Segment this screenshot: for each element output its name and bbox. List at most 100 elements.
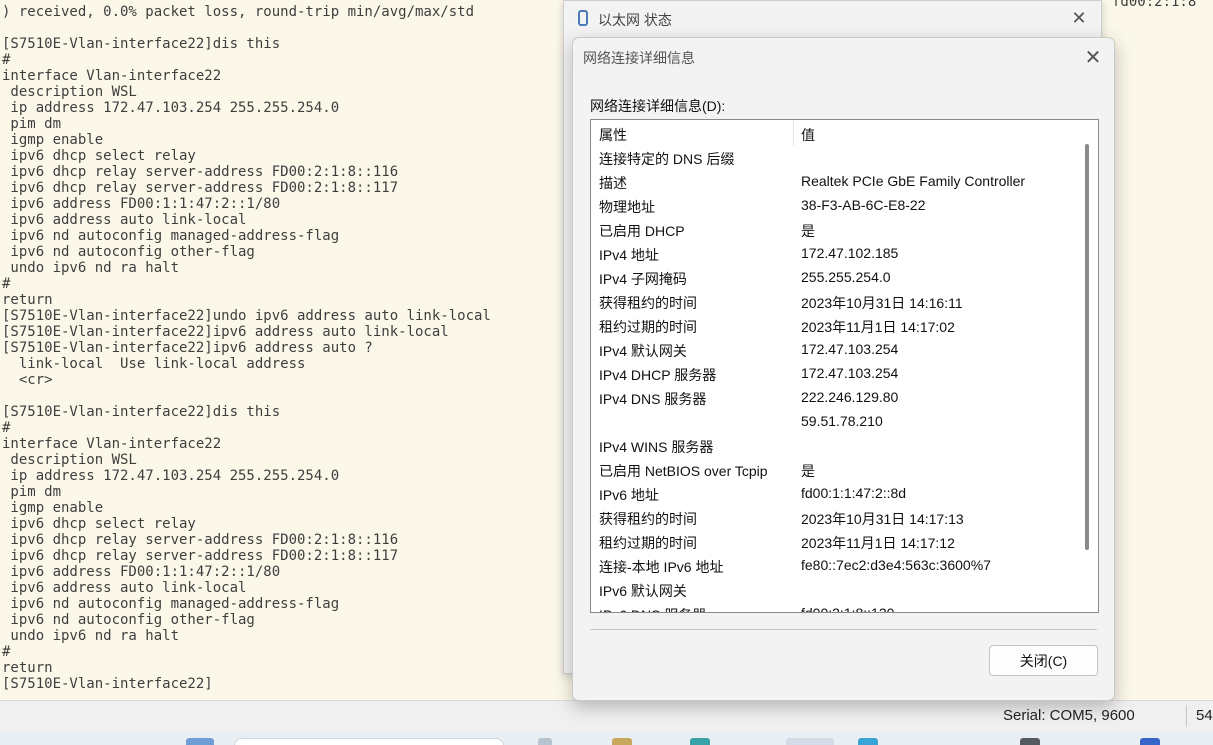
value-cell: 222.246.129.80 bbox=[801, 389, 899, 405]
terminal-line: # bbox=[2, 420, 11, 436]
value-cell: 38-F3-AB-6C-E8-22 bbox=[801, 197, 926, 213]
taskbar-app-icon[interactable] bbox=[612, 738, 632, 745]
list-item[interactable]: 获得租约的时间 2023年10月31日 14:17:13 bbox=[591, 507, 1077, 531]
value-cell: 2023年10月31日 14:16:11 bbox=[801, 295, 963, 311]
list-item[interactable]: 连接-本地 IPv6 地址 fe80::7ec2:d3e4:563c:3600%7 bbox=[591, 555, 1077, 579]
taskbar bbox=[0, 731, 1213, 745]
property-cell: IPv4 地址 bbox=[599, 247, 659, 263]
taskbar-app-icon[interactable] bbox=[1020, 738, 1040, 745]
property-cell: 描述 bbox=[599, 175, 627, 191]
list-item[interactable]: IPv6 地址 fd00:1:1:47:2::8d bbox=[591, 483, 1077, 507]
list-item[interactable]: 租约过期的时间 2023年11月1日 14:17:12 bbox=[591, 531, 1077, 555]
taskbar-app-icon[interactable] bbox=[858, 738, 878, 745]
list-item[interactable]: IPv4 DHCP 服务器 172.47.103.254 bbox=[591, 363, 1077, 387]
value-cell: 2023年11月1日 14:17:12 bbox=[801, 535, 955, 551]
property-cell: IPv4 默认网关 bbox=[599, 343, 687, 359]
property-cell: 物理地址 bbox=[599, 199, 655, 215]
list-item[interactable]: IPv4 子网掩码 255.255.254.0 bbox=[591, 267, 1077, 291]
list-item[interactable]: IPv6 默认网关 bbox=[591, 579, 1077, 603]
search-box[interactable] bbox=[234, 738, 504, 745]
taskbar-app-icon[interactable] bbox=[690, 738, 710, 745]
value-cell: 172.47.103.254 bbox=[801, 341, 899, 357]
list-header: 属性 值 bbox=[591, 120, 1077, 146]
dialog-title: 网络连接详细信息 bbox=[583, 50, 695, 66]
property-cell: 已启用 DHCP bbox=[599, 223, 685, 239]
window-title: 以太网 状态 bbox=[598, 12, 672, 28]
terminal-line: # bbox=[2, 52, 11, 68]
terminal-line: interface Vlan-interface22 bbox=[2, 436, 222, 452]
value-cell: fe80::7ec2:d3e4:563c:3600%7 bbox=[801, 557, 991, 573]
terminal-line: ipv6 address FD00:1:1:47:2::1/80 bbox=[2, 564, 281, 580]
list-item[interactable]: IPv6 DNS 服务器 fd00:2:1:8::120 bbox=[591, 603, 1077, 612]
value-cell: 2023年11月1日 14:17:02 bbox=[801, 319, 955, 335]
serial-status: Serial: COM5, 9600 bbox=[1003, 707, 1135, 724]
terminal-line: ipv6 address auto link-local bbox=[2, 212, 247, 228]
property-cell: IPv4 DHCP 服务器 bbox=[599, 367, 717, 383]
close-icon[interactable]: ✕ bbox=[1078, 44, 1108, 70]
terminal-right-fragment: fd00:2:1:8 bbox=[1112, 0, 1197, 10]
terminal-line: return bbox=[2, 292, 53, 308]
value-cell: 59.51.78.210 bbox=[801, 413, 883, 429]
terminal-line: igmp enable bbox=[2, 500, 104, 516]
column-header-property[interactable]: 属性 bbox=[599, 125, 627, 145]
column-header-value[interactable]: 值 bbox=[801, 125, 815, 145]
terminal-line: ipv6 address auto link-local bbox=[2, 580, 247, 596]
terminal-line: ipv6 dhcp select relay bbox=[2, 516, 196, 532]
terminal-line: pim dm bbox=[2, 484, 62, 500]
terminal-line: return bbox=[2, 660, 53, 676]
network-adapter-icon bbox=[578, 10, 588, 26]
details-list[interactable]: 属性 值 连接特定的 DNS 后缀 描述 Realtek PCIe GbE Fami… bbox=[590, 119, 1099, 613]
vertical-scrollbar[interactable] bbox=[1077, 120, 1097, 612]
list-item[interactable]: 物理地址 38-F3-AB-6C-E8-22 bbox=[591, 195, 1077, 219]
scrollbar-thumb[interactable] bbox=[1085, 144, 1089, 550]
list-item[interactable]: IPv4 DNS 服务器 222.246.129.80 bbox=[591, 387, 1077, 411]
property-cell: IPv6 DNS 服务器 bbox=[599, 605, 706, 612]
list-item[interactable]: IPv4 WINS 服务器 bbox=[591, 435, 1077, 459]
terminal-line: ipv6 nd autoconfig other-flag bbox=[2, 244, 255, 260]
property-cell: IPv4 WINS 服务器 bbox=[599, 439, 714, 455]
terminal-line: ipv6 address FD00:1:1:47:2::1/80 bbox=[2, 196, 281, 212]
terminal-line: [S7510E-Vlan-interface22]undo ipv6 addre… bbox=[2, 308, 491, 324]
property-cell: 连接-本地 IPv6 地址 bbox=[599, 559, 724, 575]
terminal-line: undo ipv6 nd ra halt bbox=[2, 628, 180, 644]
taskbar-app-icon[interactable] bbox=[1140, 738, 1160, 745]
taskbar-app-icon[interactable] bbox=[538, 738, 552, 745]
value-cell: fd00:1:1:47:2::8d bbox=[801, 485, 907, 501]
taskbar-app-icon[interactable] bbox=[786, 738, 834, 745]
terminal-line: ipv6 nd autoconfig other-flag bbox=[2, 612, 255, 628]
terminal-line: ipv6 dhcp relay server-address FD00:2:1:… bbox=[2, 548, 399, 564]
property-cell: 租约过期的时间 bbox=[599, 319, 697, 335]
list-item[interactable]: IPv4 地址 172.47.102.185 bbox=[591, 243, 1077, 267]
list-item[interactable]: 已启用 NetBIOS over Tcpip 是 bbox=[591, 459, 1077, 483]
property-cell: IPv6 地址 bbox=[599, 487, 659, 503]
property-cell: IPv4 DNS 服务器 bbox=[599, 391, 707, 407]
terminal-line: # bbox=[2, 276, 11, 292]
value-cell: 是 bbox=[801, 463, 815, 479]
close-button[interactable]: 关闭(C) bbox=[989, 645, 1098, 676]
value-cell: 255.255.254.0 bbox=[801, 269, 891, 285]
terminal-line: ip address 172.47.103.254 255.255.254.0 bbox=[2, 100, 340, 116]
terminal-line: pim dm bbox=[2, 116, 62, 132]
column-divider[interactable] bbox=[793, 120, 794, 146]
list-item[interactable]: 描述 Realtek PCIe GbE Family Controller bbox=[591, 171, 1077, 195]
terminal-line: link-local Use link-local address bbox=[2, 356, 306, 372]
terminal-line: igmp enable bbox=[2, 132, 104, 148]
list-item[interactable]: IPv4 默认网关 172.47.103.254 bbox=[591, 339, 1077, 363]
list-item[interactable]: 租约过期的时间 2023年11月1日 14:17:02 bbox=[591, 315, 1077, 339]
terminal-line: [S7510E-Vlan-interface22]ipv6 address au… bbox=[2, 324, 449, 340]
list-item[interactable]: 59.51.78.210 bbox=[591, 411, 1077, 435]
column-status: 54 bbox=[1196, 707, 1213, 724]
terminal-line: <cr> bbox=[2, 372, 53, 388]
property-cell: 获得租约的时间 bbox=[599, 295, 697, 311]
list-item[interactable]: 已启用 DHCP 是 bbox=[591, 219, 1077, 243]
close-icon[interactable]: ✕ bbox=[1064, 7, 1094, 31]
terminal-line: ipv6 dhcp relay server-address FD00:2:1:… bbox=[2, 164, 399, 180]
terminal-line: ipv6 dhcp select relay bbox=[2, 148, 196, 164]
terminal-line: ip address 172.47.103.254 255.255.254.0 bbox=[2, 468, 340, 484]
list-item[interactable]: 获得租约的时间 2023年10月31日 14:16:11 bbox=[591, 291, 1077, 315]
list-item[interactable]: 连接特定的 DNS 后缀 bbox=[591, 147, 1077, 171]
terminal-line: ) received, 0.0% packet loss, round-trip… bbox=[2, 4, 475, 20]
terminal-line: [S7510E-Vlan-interface22]ipv6 address au… bbox=[2, 340, 373, 356]
terminal-line: ipv6 dhcp relay server-address FD00:2:1:… bbox=[2, 532, 399, 548]
start-icon[interactable] bbox=[186, 738, 214, 745]
